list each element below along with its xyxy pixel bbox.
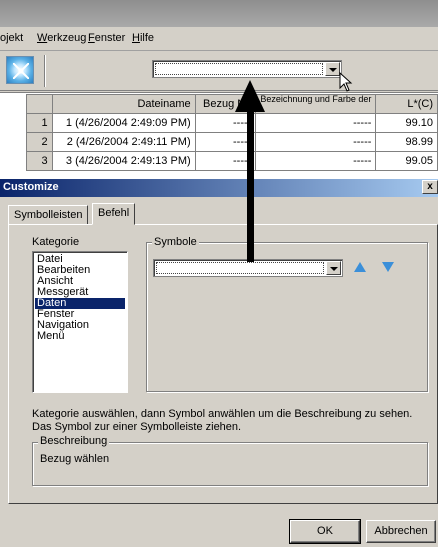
cell-lc: 99.05: [375, 151, 438, 171]
ok-button[interactable]: OK: [289, 519, 361, 544]
row-number: 1: [26, 113, 53, 133]
cell-lc: 99.10: [375, 113, 438, 133]
move-up-icon[interactable]: [352, 260, 368, 274]
row-number: 3: [26, 151, 53, 171]
cell-bezeichnung: -----: [255, 113, 377, 133]
chevron-down-icon[interactable]: [325, 62, 340, 76]
app-titlebar: [0, 0, 438, 27]
mouse-cursor-icon: [339, 72, 353, 92]
cell-bezeichnung: -----: [255, 151, 377, 171]
tab-befehl[interactable]: Befehl: [92, 203, 136, 225]
cell-bezeichnung: -----: [255, 132, 377, 152]
menu-fenster[interactable]: Fenster: [88, 32, 125, 44]
menu-hilfe[interactable]: Hilfe: [132, 32, 154, 44]
beschreibung-label: Beschreibung: [38, 435, 110, 447]
beschreibung-text: Bezug wählen: [40, 453, 110, 465]
cell-dateiname: 3 (4/26/2004 2:49:13 PM): [51, 151, 196, 171]
menu-projekt[interactable]: ojekt: [0, 32, 23, 44]
cell-lc: 98.99: [375, 132, 438, 152]
menu-werkzeug[interactable]: Werkzeug: [37, 32, 86, 44]
table-row[interactable]: 1 1 (4/26/2004 2:49:09 PM) ----- ----- 9…: [26, 113, 438, 133]
annotation-arrow-head: [235, 80, 265, 112]
combo-focus-outline: [155, 63, 323, 75]
dialog-title: Customize: [3, 181, 59, 193]
combo-focus-outline: [156, 262, 324, 274]
toolbar-reference-combo[interactable]: [152, 60, 342, 78]
column-header-index: [26, 94, 53, 114]
menubar: ojekt Werkzeug Fenster Hilfe: [0, 27, 438, 51]
row-number: 2: [26, 132, 53, 152]
instructions-text: Kategorie auswählen, dann Symbol anwähle…: [32, 408, 413, 433]
dialog-titlebar: Customize x: [0, 179, 438, 197]
column-header-lc[interactable]: L*(C): [375, 94, 438, 114]
kategorie-label: Kategorie: [32, 236, 80, 248]
column-header-dateiname[interactable]: Dateiname: [51, 94, 196, 114]
chevron-down-icon[interactable]: [326, 261, 341, 275]
column-header-bezeichnung[interactable]: Bezeichnung und Farbe der: [255, 94, 377, 114]
table-header-row: Dateiname Bezug Nr. Bezeichnung und Farb…: [26, 94, 438, 114]
toolbar: [0, 51, 438, 91]
close-icon[interactable]: x: [422, 180, 438, 194]
toolbar-separator: [44, 55, 46, 87]
tab-symbolleisten[interactable]: Symbolleisten: [8, 205, 89, 225]
table-row[interactable]: 2 2 (4/26/2004 2:49:11 PM) ----- ----- 9…: [26, 132, 438, 152]
measure-icon[interactable]: [6, 56, 34, 84]
data-table: Dateiname Bezug Nr. Bezeichnung und Farb…: [26, 94, 438, 171]
list-item[interactable]: Menü: [35, 331, 125, 342]
table-row[interactable]: 3 3 (4/26/2004 2:49:13 PM) ----- ----- 9…: [26, 151, 438, 171]
move-down-icon[interactable]: [380, 260, 396, 274]
category-list[interactable]: Datei Bearbeiten Ansicht Messgerät Daten…: [32, 251, 128, 393]
cell-dateiname: 2 (4/26/2004 2:49:11 PM): [51, 132, 196, 152]
cell-dateiname: 1 (4/26/2004 2:49:09 PM): [51, 113, 196, 133]
cancel-button[interactable]: Abbrechen: [366, 520, 436, 543]
annotation-arrow-shaft: [247, 110, 254, 262]
symbole-label: Symbole: [152, 236, 199, 248]
